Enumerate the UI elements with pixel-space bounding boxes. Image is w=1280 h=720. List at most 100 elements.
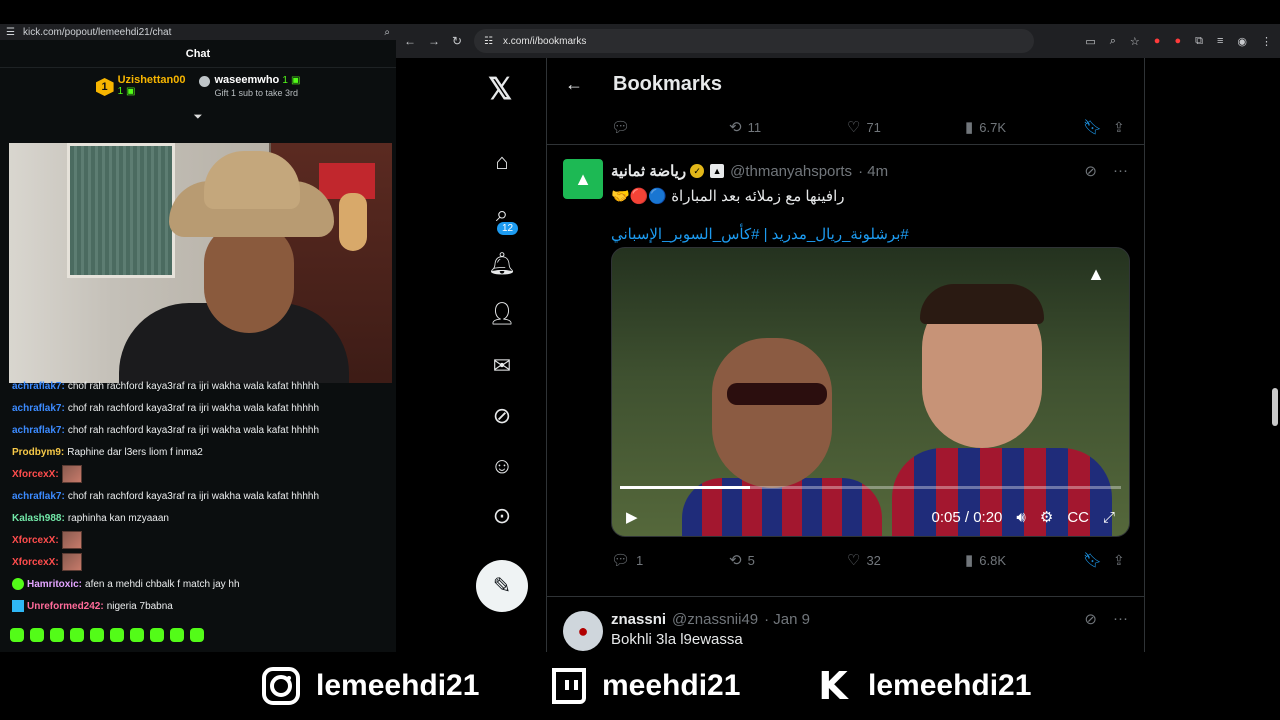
- tweet-handle[interactable]: @thmanyahsports: [730, 163, 852, 180]
- reply-icon: 💬︎: [611, 552, 631, 569]
- x-logo-icon[interactable]: 𝕏: [488, 72, 512, 107]
- follow-icon[interactable]: 👤︎: [488, 300, 516, 328]
- reply-button[interactable]: 💬︎: [611, 118, 729, 136]
- site-settings-icon[interactable]: ☷: [484, 36, 493, 47]
- settings-icon[interactable]: ⚙: [1040, 508, 1053, 526]
- site-info-icon[interactable]: ☰: [6, 27, 15, 38]
- post-button[interactable]: ✎: [476, 560, 528, 612]
- video-progress[interactable]: [620, 486, 1121, 489]
- chat-username[interactable]: Hamritoxic:: [27, 579, 82, 590]
- bookmark-icon[interactable]: 🔖︎: [1083, 118, 1113, 136]
- messages-icon[interactable]: ✉: [488, 352, 516, 380]
- grok-icon[interactable]: ⊘: [488, 402, 516, 430]
- tweet-znassni[interactable]: ● znassni @znassnii49 · Jan 9 ⊘ ··· Bokhl…: [547, 596, 1144, 652]
- back-arrow-icon[interactable]: ←: [565, 74, 583, 95]
- scrollbar[interactable]: [1272, 388, 1278, 426]
- chat-username[interactable]: XforcexX:: [12, 535, 59, 546]
- chat-message: XforcexX:: [0, 463, 396, 485]
- zoom-icon[interactable]: ⌕: [384, 27, 390, 38]
- chat-username[interactable]: XforcexX:: [12, 557, 59, 568]
- repost-button[interactable]: ⟲ 5: [729, 551, 847, 569]
- play-icon[interactable]: ▶: [626, 508, 638, 526]
- player-teammate: [892, 284, 1112, 536]
- chat-text: raphinha kan mzyaaan: [67, 512, 169, 524]
- chat-username[interactable]: achraflak7:: [12, 425, 65, 436]
- chat-username[interactable]: achraflak7:: [12, 381, 65, 392]
- more-icon[interactable]: ⊙: [488, 502, 516, 530]
- grok-icon[interactable]: ⊘: [1084, 162, 1097, 180]
- views-button[interactable]: ▮ 6.7K: [965, 118, 1083, 136]
- profile-icon[interactable]: ☺: [488, 452, 516, 480]
- views-button[interactable]: ▮ 6.8K: [965, 551, 1083, 569]
- emote-icon[interactable]: [150, 628, 164, 642]
- chat-text: Raphine dar l3ers liom f inma2: [67, 446, 203, 458]
- emote-icon[interactable]: [70, 628, 84, 642]
- fullscreen-icon[interactable]: ⤢: [1103, 509, 1115, 526]
- star-icon[interactable]: ☆: [1130, 35, 1140, 48]
- profile-icon[interactable]: ◉: [1237, 35, 1247, 48]
- like-button[interactable]: ♡ 71: [847, 118, 965, 136]
- chat-username[interactable]: XforcexX:: [12, 469, 59, 480]
- tweet-author-name[interactable]: رياضة ثمانية: [611, 162, 686, 180]
- emote-icon[interactable]: [90, 628, 104, 642]
- chat-username[interactable]: Prodbym9:: [12, 447, 64, 458]
- chat-username[interactable]: Unreformed242:: [27, 601, 104, 612]
- extensions-icon[interactable]: ⧉: [1195, 35, 1203, 48]
- leaderboard-first[interactable]: 1 Uzishettan00 1 ▣: [95, 74, 185, 108]
- chat-username[interactable]: Kalash988:: [12, 513, 65, 524]
- reload-icon[interactable]: ↻: [452, 34, 462, 48]
- grok-icon[interactable]: ⊘: [1084, 610, 1097, 628]
- emote-bar: [10, 628, 204, 642]
- address-bar[interactable]: ☷ x.com/i/bookmarks: [474, 29, 1035, 53]
- emote-icon[interactable]: [110, 628, 124, 642]
- tweet-time[interactable]: · Jan 9: [764, 611, 810, 628]
- chat-username[interactable]: achraflak7:: [12, 403, 65, 414]
- reply-button[interactable]: 💬︎ 1: [611, 551, 729, 569]
- share-icon[interactable]: ⇪: [1113, 119, 1125, 136]
- emote-icon[interactable]: [30, 628, 44, 642]
- menu-icon[interactable]: ⋮: [1261, 35, 1272, 48]
- video-player[interactable]: ▲ ▶ 0:05 / 0:20 🔊︎ ⚙ CC ⤢: [611, 247, 1130, 537]
- emote-icon[interactable]: [50, 628, 64, 642]
- emote-icon[interactable]: [170, 628, 184, 642]
- extension-red-icon[interactable]: ●: [1154, 35, 1161, 48]
- repost-button[interactable]: ⟲ 11: [729, 118, 847, 136]
- like-count: 32: [866, 552, 881, 568]
- tweet-avatar[interactable]: ▲: [563, 159, 603, 199]
- like-button[interactable]: ♡ 32: [847, 551, 965, 569]
- volume-icon[interactable]: 🔊︎: [1016, 509, 1025, 526]
- chat-emote-icon: [61, 553, 82, 571]
- tweet-handle[interactable]: @znassnii49: [672, 611, 758, 628]
- leaderboard-second[interactable]: waseemwho 1 ▣ Gift 1 sub to take 3rd: [199, 74, 300, 108]
- chat-text: nigeria 7babna: [106, 600, 173, 612]
- cast-icon[interactable]: ▭: [1085, 35, 1095, 48]
- affiliate-icon: ▲: [710, 164, 725, 178]
- tweet-avatar[interactable]: ●: [563, 611, 603, 651]
- bookmark-icon[interactable]: 🔖︎: [1083, 551, 1113, 569]
- tweet-time[interactable]: · 4m: [858, 163, 888, 180]
- tweet-thmanyah[interactable]: ▲ رياضة ثمانية ✓ ▲ @thmanyahsports · 4m …: [547, 144, 1144, 596]
- chat-username[interactable]: achraflak7:: [12, 491, 65, 502]
- forward-icon[interactable]: →: [428, 34, 440, 48]
- adblock-icon[interactable]: ●: [1174, 35, 1181, 48]
- back-icon[interactable]: ←: [404, 34, 416, 48]
- more-options-icon[interactable]: ···: [1113, 610, 1128, 628]
- heart-icon: ♡: [847, 119, 861, 136]
- kick-chat-window: ☰ kick.com/popout/lemeehdi21/chat ⌕ Chat…: [0, 24, 396, 652]
- chat-filter-icon[interactable]: ⏷: [0, 108, 396, 126]
- share-icon[interactable]: ⇪: [1113, 552, 1125, 569]
- home-icon[interactable]: ⌂: [488, 148, 516, 176]
- tweet-hashtags[interactable]: #برشلونة_ريال_مدريد | #كأس_السوبر_الإسبا…: [611, 225, 1128, 243]
- twitch-name: meehdi21: [602, 669, 741, 702]
- zoom-icon[interactable]: ⌕: [1110, 35, 1116, 48]
- tweet-actions: 💬︎ 1 ⟲ 5 ♡ 32 ▮ 6.8K 🔖︎ ⇪: [547, 543, 1144, 577]
- media-icon[interactable]: ≡: [1217, 35, 1223, 48]
- emote-icon[interactable]: [130, 628, 144, 642]
- emote-icon[interactable]: [10, 628, 24, 642]
- more-options-icon[interactable]: ···: [1113, 162, 1128, 180]
- notifications-icon[interactable]: 🔔︎: [488, 250, 516, 278]
- captions-icon[interactable]: CC: [1067, 509, 1089, 526]
- chat-message: achraflak7: chof rah rachford kaya3raf ra…: [0, 485, 396, 507]
- emote-icon[interactable]: [190, 628, 204, 642]
- tweet-author-name[interactable]: znassni: [611, 611, 666, 628]
